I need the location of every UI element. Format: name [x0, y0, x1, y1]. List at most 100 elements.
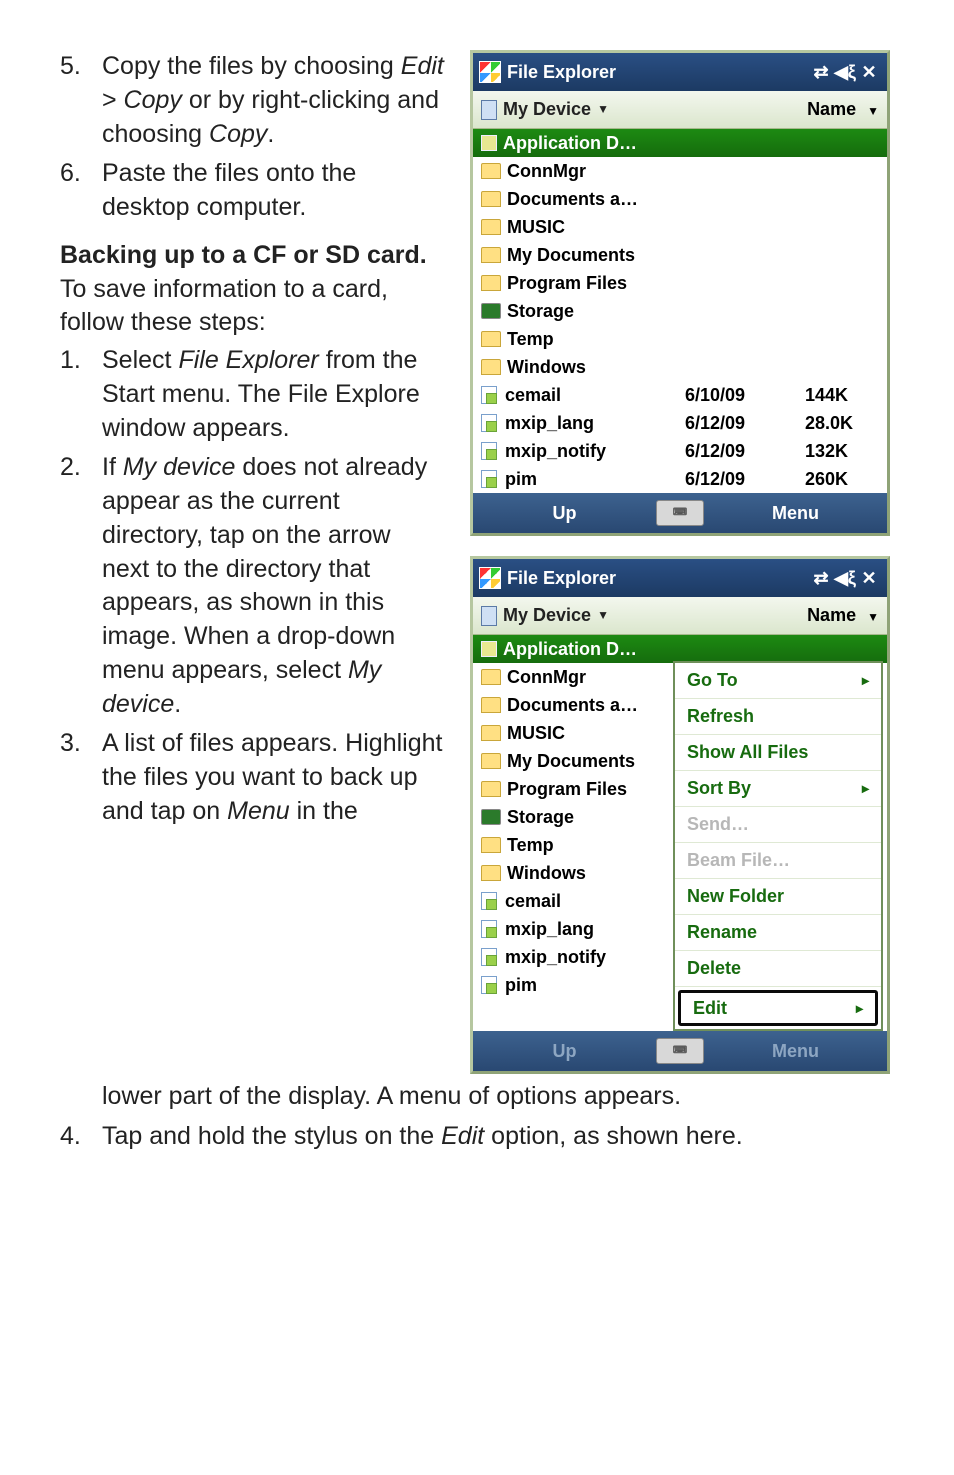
softkey-up[interactable]: Up: [473, 501, 656, 525]
list-body: If My device does not already appear as …: [102, 451, 444, 721]
close-icon[interactable]: ✕: [857, 566, 881, 590]
file-icon: [481, 442, 497, 460]
file-row[interactable]: mxip_lang6/12/0928.0K: [473, 409, 887, 437]
keyboard-icon[interactable]: ⌨: [656, 500, 704, 526]
keyboard-icon[interactable]: ⌨: [656, 1038, 704, 1064]
softkey-menu[interactable]: Menu: [704, 1039, 887, 1063]
path-bar[interactable]: My Device ▼ Name ▼: [473, 91, 887, 129]
chevron-down-icon[interactable]: ▼: [597, 101, 609, 117]
file-row[interactable]: cemail: [473, 887, 673, 915]
file-row[interactable]: pim: [473, 971, 673, 999]
menu-item-sort-by[interactable]: Sort By ▸: [675, 771, 881, 807]
sort-label[interactable]: Name: [807, 605, 856, 625]
volume-icon[interactable]: ◀ξ: [833, 566, 857, 590]
folder-icon: [481, 641, 497, 657]
submenu-arrow-icon: ▸: [862, 671, 869, 690]
file-icon: [481, 470, 497, 488]
step3-tail: lower part of the display. A menu of opt…: [102, 1080, 894, 1114]
file-icon: [481, 948, 497, 966]
current-path: My Device: [503, 603, 591, 627]
folder-icon: [481, 135, 497, 151]
folder-name: My Documents: [507, 749, 665, 773]
folder-row[interactable]: Documents a…: [473, 691, 673, 719]
chevron-down-icon[interactable]: ▼: [867, 610, 879, 624]
folder-row[interactable]: Program Files: [473, 775, 673, 803]
selected-folder-row[interactable]: Application D…: [473, 635, 887, 663]
file-size: 132K: [805, 439, 879, 463]
selected-folder-row[interactable]: Application D…: [473, 129, 887, 157]
menu-item-show-all-files[interactable]: Show All Files: [675, 735, 881, 771]
menu-item-label: Show All Files: [687, 740, 808, 764]
connectivity-icon[interactable]: ⇄: [809, 566, 833, 590]
folder-row[interactable]: Windows: [473, 859, 673, 887]
menu-item-label: Sort By: [687, 776, 751, 800]
menu-item-label: Refresh: [687, 704, 754, 728]
menu-item-rename[interactable]: Rename: [675, 915, 881, 951]
folder-icon: [481, 163, 501, 179]
path-bar[interactable]: My Device ▼ Name ▼: [473, 597, 887, 635]
submenu-arrow-icon: ▸: [862, 779, 869, 798]
folder-row[interactable]: My Documents: [473, 747, 673, 775]
folder-name: Documents a…: [507, 187, 687, 211]
chevron-down-icon[interactable]: ▼: [867, 104, 879, 118]
file-row[interactable]: cemail6/10/09144K: [473, 381, 887, 409]
menu-item-delete[interactable]: Delete: [675, 951, 881, 987]
submenu-arrow-icon: ▸: [856, 999, 863, 1018]
list-number: 5.: [60, 50, 102, 151]
folder-name: Windows: [507, 861, 665, 885]
start-icon[interactable]: [479, 61, 501, 83]
folder-row[interactable]: MUSIC: [473, 213, 887, 241]
folder-row[interactable]: Temp: [473, 325, 887, 353]
file-date: 6/12/09: [685, 439, 805, 463]
selected-folder-name: Application D…: [503, 637, 637, 661]
menu-item-edit[interactable]: Edit▸: [678, 990, 878, 1026]
menu-item-label: New Folder: [687, 884, 784, 908]
folder-icon: [481, 753, 501, 769]
folder-row[interactable]: My Documents: [473, 241, 887, 269]
current-path: My Device: [503, 97, 591, 121]
folder-row[interactable]: ConnMgr: [473, 663, 673, 691]
connectivity-icon[interactable]: ⇄: [809, 60, 833, 84]
list-number: 2.: [60, 451, 102, 721]
folder-name: Temp: [507, 833, 665, 857]
volume-icon[interactable]: ◀ξ: [833, 60, 857, 84]
folder-row[interactable]: ConnMgr: [473, 157, 887, 185]
file-row[interactable]: mxip_lang: [473, 915, 673, 943]
folder-row[interactable]: Program Files: [473, 269, 887, 297]
folder-name: Storage: [507, 805, 665, 829]
file-row[interactable]: mxip_notify: [473, 943, 673, 971]
file-size: 260K: [805, 467, 879, 491]
file-row[interactable]: pim6/12/09260K: [473, 465, 887, 493]
folder-row[interactable]: Windows: [473, 353, 887, 381]
folder-row[interactable]: Storage: [473, 297, 887, 325]
screenshot-2: File Explorer ⇄ ◀ξ ✕ My Device ▼ Name ▼ …: [470, 556, 890, 1074]
start-icon[interactable]: [479, 567, 501, 589]
section-heading: Backing up to a CF or SD card.: [60, 241, 427, 269]
file-row[interactable]: mxip_notify6/12/09132K: [473, 437, 887, 465]
app-title: File Explorer: [507, 566, 616, 590]
folder-row[interactable]: Temp: [473, 831, 673, 859]
folder-row[interactable]: MUSIC: [473, 719, 673, 747]
app-title: File Explorer: [507, 60, 616, 84]
folder-name: Temp: [507, 327, 687, 351]
section-heading-paragraph: Backing up to a CF or SD card. To save i…: [60, 239, 444, 340]
close-icon[interactable]: ✕: [857, 60, 881, 84]
chevron-down-icon[interactable]: ▼: [597, 607, 609, 623]
screenshots-column: File Explorer ⇄ ◀ξ ✕ My Device ▼ Name ▼ …: [466, 50, 894, 1074]
file-size: 144K: [805, 383, 879, 407]
menu-item-new-folder[interactable]: New Folder: [675, 879, 881, 915]
sort-label[interactable]: Name: [807, 99, 856, 119]
file-icon: [481, 386, 497, 404]
text-column: 5. Copy the files by choosing Edit > Cop…: [60, 50, 444, 1074]
soft-key-bar: Up ⌨ Menu: [473, 1031, 887, 1071]
list-body: A list of files appears. Highlight the f…: [102, 727, 444, 828]
folder-row[interactable]: Documents a…: [473, 185, 887, 213]
softkey-up[interactable]: Up: [473, 1039, 656, 1063]
folder-name: Storage: [507, 299, 687, 323]
file-icon: [481, 892, 497, 910]
folder-icon: [481, 865, 501, 881]
softkey-menu[interactable]: Menu: [704, 501, 887, 525]
menu-item-refresh[interactable]: Refresh: [675, 699, 881, 735]
menu-item-go-to[interactable]: Go To▸: [675, 663, 881, 699]
folder-row[interactable]: Storage: [473, 803, 673, 831]
